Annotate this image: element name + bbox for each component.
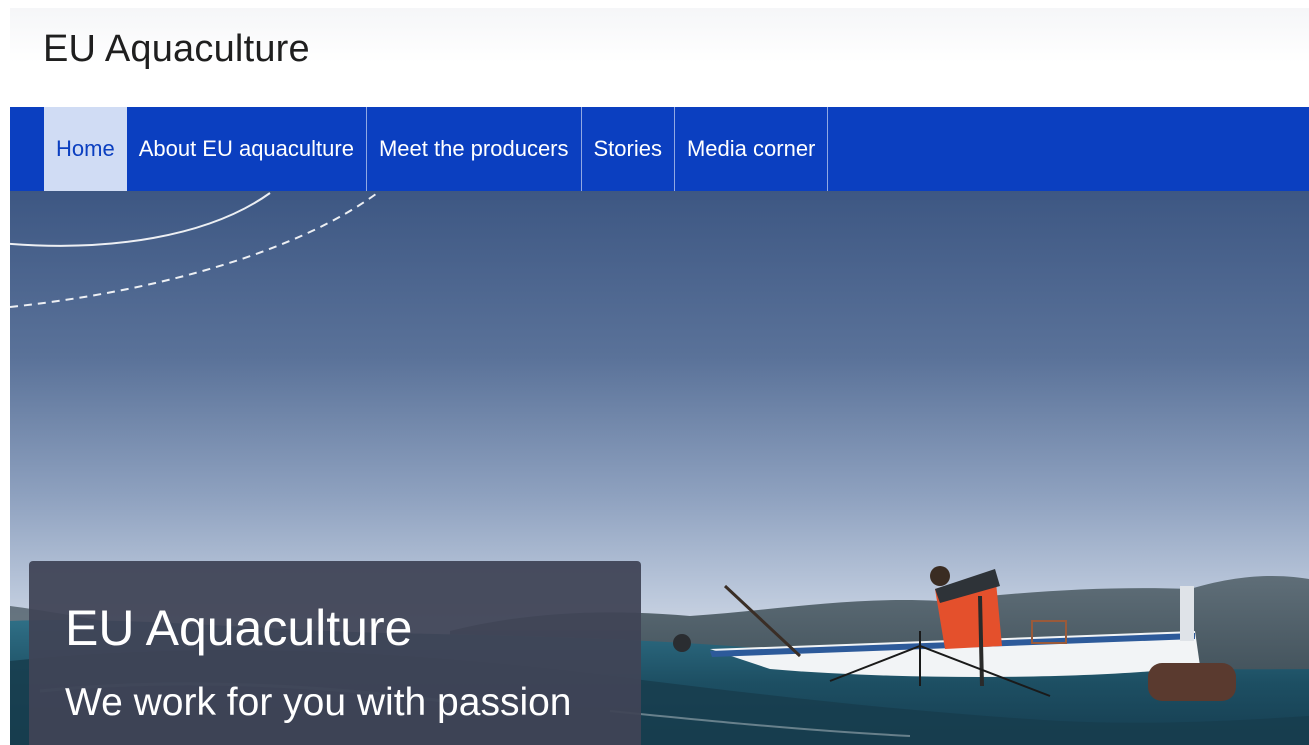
decorative-dashed-arc — [10, 191, 381, 308]
fisherman-head — [930, 566, 950, 586]
site-title[interactable]: EU Aquaculture — [43, 28, 310, 71]
nav-list: Home About EU aquaculture Meet the produ… — [44, 107, 829, 191]
nav-item-home[interactable]: Home — [44, 107, 127, 191]
nav-item-about-eu-aquaculture[interactable]: About EU aquaculture — [127, 107, 367, 191]
hero-caption: EU Aquaculture We work for you with pass… — [29, 561, 641, 745]
hero-banner: EU Aquaculture We work for you with pass… — [10, 191, 1309, 745]
site-header: EU Aquaculture — [10, 8, 1309, 107]
hero-subtitle: We work for you with passion — [65, 681, 572, 724]
hero-title: EU Aquaculture — [65, 600, 413, 656]
left-gutter — [0, 0, 10, 745]
page: EU Aquaculture Home About EU aquaculture… — [0, 0, 1309, 745]
nav-item-meet-the-producers[interactable]: Meet the producers — [367, 107, 582, 191]
decorative-arc — [10, 192, 271, 247]
mussel-rope — [978, 595, 984, 687]
outboard-motor — [673, 634, 691, 652]
main-navigation: Home About EU aquaculture Meet the produ… — [10, 107, 1309, 191]
nav-item-stories[interactable]: Stories — [582, 107, 675, 191]
barrel — [1148, 663, 1236, 701]
nav-item-media-corner[interactable]: Media corner — [675, 107, 829, 191]
boat-stern — [1180, 586, 1194, 641]
